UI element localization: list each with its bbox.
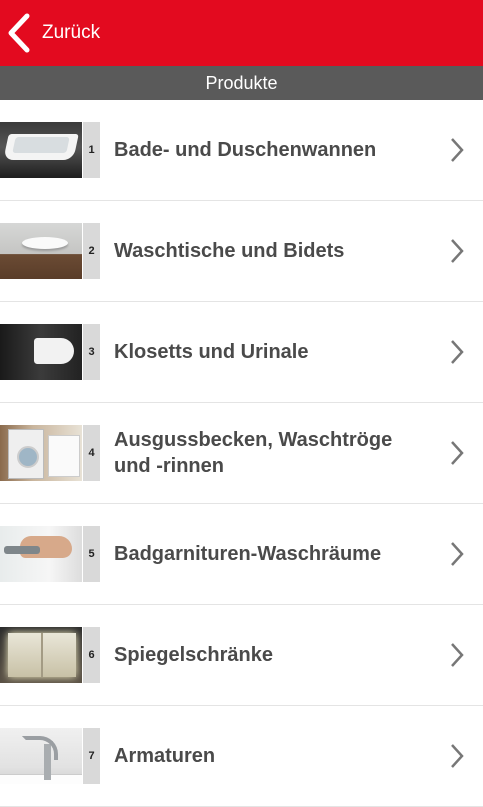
bathroom-fittings-thumbnail <box>0 526 82 582</box>
list-item-bade-duschenwannen[interactable]: 1 Bade- und Duschenwannen <box>0 100 483 201</box>
chevron-right-icon <box>449 440 465 471</box>
chevron-right-icon <box>449 541 465 572</box>
item-number: 7 <box>82 728 100 784</box>
item-label: Spiegelschränke <box>114 644 273 666</box>
item-number: 1 <box>82 122 100 178</box>
item-number: 2 <box>82 223 100 279</box>
list-item-waschtische-bidets[interactable]: 2 Waschtische und Bidets <box>0 201 483 302</box>
section-title: Produkte <box>205 72 278 93</box>
toilet-thumbnail <box>0 324 82 380</box>
chevron-right-icon <box>449 137 465 168</box>
section-header: Produkte <box>0 66 483 100</box>
chevron-right-icon <box>449 339 465 370</box>
bathtub-thumbnail <box>0 122 82 178</box>
product-list: 1 Bade- und Duschenwannen 2 Waschtische … <box>0 100 483 807</box>
back-button-label: Zurück <box>42 22 101 43</box>
back-button[interactable]: Zurück <box>0 0 100 66</box>
list-item-badgarnituren[interactable]: 5 Badgarnituren-Waschräume <box>0 504 483 605</box>
chevron-right-icon <box>449 238 465 269</box>
item-label: Waschtische und Bidets <box>114 240 345 262</box>
list-item-ausgussbecken[interactable]: 4 Ausgussbecken, Waschtröge und -rinnen <box>0 403 483 504</box>
item-label: Ausgussbecken, Waschtröge und -rinnen <box>114 429 393 477</box>
item-label: Armaturen <box>114 745 216 767</box>
top-app-bar: Zurück <box>0 0 483 66</box>
faucet-thumbnail <box>0 728 82 784</box>
item-label: Klosetts und Urinale <box>114 341 309 363</box>
item-number: 4 <box>82 425 100 481</box>
laundry-sink-thumbnail <box>0 425 82 481</box>
chevron-right-icon <box>449 743 465 774</box>
item-number: 3 <box>82 324 100 380</box>
list-item-klosetts-urinale[interactable]: 3 Klosetts und Urinale <box>0 302 483 403</box>
mirror-cabinet-thumbnail <box>0 627 82 683</box>
list-item-armaturen[interactable]: 7 Armaturen <box>0 706 483 807</box>
item-number: 6 <box>82 627 100 683</box>
item-label: Badgarnituren-Waschräume <box>114 543 382 565</box>
item-number: 5 <box>82 526 100 582</box>
chevron-right-icon <box>449 642 465 673</box>
chevron-left-icon <box>6 13 32 53</box>
washbasin-thumbnail <box>0 223 82 279</box>
item-label: Bade- und Duschenwannen <box>114 139 377 161</box>
list-item-spiegelschraenke[interactable]: 6 Spiegelschränke <box>0 605 483 706</box>
